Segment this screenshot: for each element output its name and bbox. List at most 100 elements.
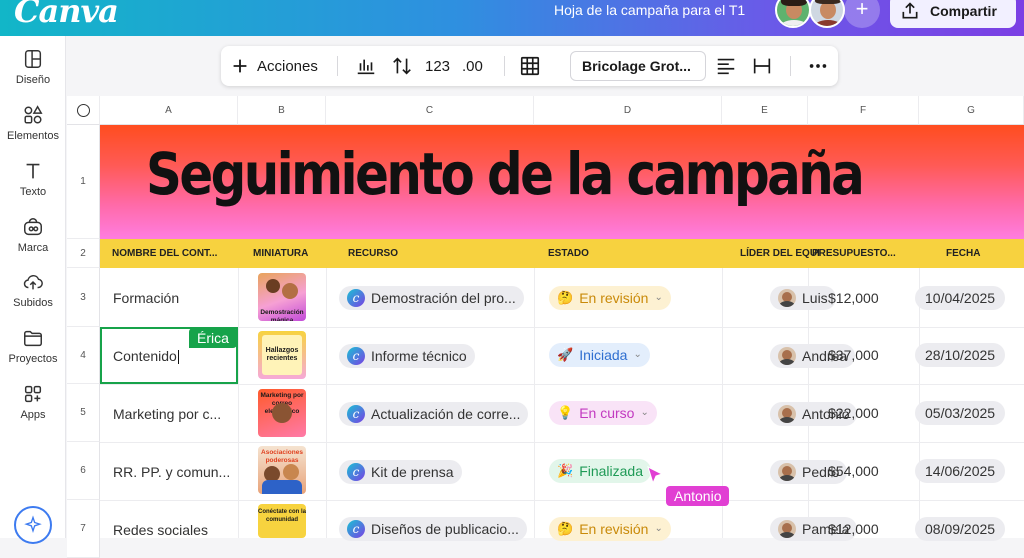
column-header[interactable]: F (808, 96, 919, 125)
date-chip[interactable]: 08/09/2025 (915, 517, 1006, 541)
sidebar-item-label: Apps (20, 409, 46, 421)
sidebar-item-projects[interactable]: Proyectos (0, 327, 66, 365)
resource-chip[interactable]: c Kit de prensa (339, 460, 462, 484)
decimals-button[interactable]: .00 (462, 46, 483, 86)
resource-chip[interactable]: c Diseños de publicacio... (339, 517, 527, 541)
budget-cell[interactable]: $54,000 (828, 463, 879, 479)
column-header[interactable]: G (919, 96, 1024, 125)
date-chip[interactable]: 14/06/2025 (915, 459, 1006, 483)
status-chip[interactable]: 🤔 En revisión ⌄ (549, 286, 671, 310)
select-all-corner[interactable] (67, 96, 100, 125)
thumbnail-image[interactable]: Conéctate con la comunidad (258, 504, 306, 538)
collaborator-avatar[interactable] (775, 0, 811, 28)
campaign-name-cell[interactable]: RR. PP. y comun... (113, 464, 230, 480)
actions-label: Acciones (257, 57, 318, 75)
text-icon (26, 163, 40, 179)
canva-doc-icon: c (347, 463, 365, 481)
resource-label: Demostración del pro... (371, 290, 516, 306)
date-chip[interactable]: 05/03/2025 (915, 401, 1006, 425)
row-header[interactable]: 3 (67, 268, 100, 327)
row-header[interactable]: 1 (67, 125, 100, 239)
grid-line (100, 384, 1024, 385)
column-header[interactable]: D (534, 96, 722, 125)
column-header[interactable]: A (100, 96, 238, 125)
banner-cell[interactable]: Seguimiento de la campaña (100, 125, 1024, 239)
font-selector[interactable]: Bricolage Grot... (570, 51, 706, 81)
header-status[interactable]: ESTADO (548, 239, 668, 268)
campaign-name-cell[interactable]: Formación (113, 290, 179, 306)
budget-cell[interactable]: $12,000 (828, 521, 879, 537)
top-bar: Canva Hoja de la campaña para el T1 + Co… (0, 0, 1024, 36)
row-header[interactable]: 7 (67, 500, 100, 558)
budget-cell[interactable]: $37,000 (828, 347, 879, 363)
column-width-button[interactable] (751, 46, 773, 86)
sidebar-item-apps[interactable]: Apps (0, 383, 66, 421)
collaborator-avatar[interactable] (809, 0, 845, 28)
row-header[interactable]: 2 (67, 239, 100, 268)
thumbnail-caption: Asociaciones poderosas (261, 449, 303, 464)
chart-button[interactable] (355, 46, 377, 86)
more-options-button[interactable] (807, 46, 829, 86)
column-header[interactable]: E (722, 96, 808, 125)
sidebar-item-brand[interactable]: Marca (0, 216, 66, 254)
actions-button[interactable]: Acciones (229, 46, 318, 86)
resource-label: Actualización de corre... (371, 406, 521, 422)
campaign-name-cell[interactable]: Marketing por c... (113, 406, 221, 422)
row-header[interactable]: 6 (67, 442, 100, 500)
row-header[interactable]: 4 (67, 327, 100, 384)
header-thumbnail[interactable]: MINIATURA (253, 239, 333, 268)
header-budget[interactable]: PRESUPUESTO... (812, 239, 912, 268)
status-chip[interactable]: 🚀 Iniciada ⌄ (549, 343, 650, 367)
thumbnail-caption: Conéctate con la comunidad (258, 509, 306, 523)
magic-assistant-button[interactable] (14, 506, 52, 544)
resource-chip[interactable]: c Actualización de corre... (339, 402, 529, 426)
add-collaborator-button[interactable]: + (844, 0, 880, 28)
sidebar-item-elements[interactable]: Elementos (0, 104, 66, 142)
budget-cell[interactable]: $12,000 (828, 290, 879, 306)
document-title[interactable]: Hoja de la campaña para el T1 (554, 2, 745, 18)
resource-chip[interactable]: c Demostración del pro... (339, 286, 524, 310)
align-button[interactable] (715, 46, 737, 86)
sort-button[interactable] (391, 46, 413, 86)
date-chip[interactable]: 28/10/2025 (915, 343, 1006, 367)
thumbnail-image[interactable]: Asociaciones poderosas (258, 446, 306, 494)
table-grid-button[interactable] (519, 46, 541, 86)
text-caret (177, 350, 179, 365)
thumbnail-image[interactable]: Hallazgos recientes (258, 331, 306, 379)
share-button[interactable]: Compartir (890, 0, 1016, 28)
column-header[interactable]: B (238, 96, 326, 125)
campaign-name-cell[interactable]: Redes sociales (113, 522, 208, 538)
sidebar-item-uploads[interactable]: Subidos (0, 271, 66, 309)
header-name[interactable]: NOMBRE DEL CONT... (112, 239, 232, 268)
resource-chip[interactable]: c Informe técnico (339, 344, 475, 368)
sidebar-item-label: Marca (17, 242, 49, 254)
thumbnail-image[interactable]: Demostración mágica (258, 273, 306, 321)
team-lead-chip[interactable]: Luis (770, 286, 836, 310)
status-chip[interactable]: 🤔 En revisión ⌄ (549, 517, 671, 541)
chevron-down-icon: ⌄ (654, 523, 663, 534)
column-header[interactable]: C (326, 96, 534, 125)
sidebar-item-label: Texto (19, 186, 47, 198)
campaign-name-cell[interactable]: Contenido (113, 348, 179, 365)
header-date[interactable]: FECHA (946, 239, 1006, 268)
team-lead-name: Luis (802, 290, 828, 306)
plus-icon (233, 59, 247, 73)
party-popper-icon: 🎉 (557, 463, 574, 478)
header-resource[interactable]: RECURSO (348, 239, 498, 268)
more-dots-icon (809, 64, 827, 68)
select-all-circle-icon (77, 104, 90, 117)
status-chip[interactable]: 💡 En curso ⌄ (549, 401, 657, 425)
budget-cell[interactable]: $22,000 (828, 405, 879, 421)
status-label: Finalizada (579, 463, 644, 479)
canva-logo[interactable]: Canva (14, 0, 119, 30)
grid-line (100, 327, 1024, 328)
thumbnail-image[interactable]: Marketing por correo electrónico (258, 389, 306, 437)
row-header[interactable]: 5 (67, 384, 100, 442)
date-chip[interactable]: 10/04/2025 (915, 286, 1006, 310)
sidebar-item-design[interactable]: Diseño (0, 48, 66, 86)
sidebar-item-label: Diseño (15, 74, 51, 86)
number-format-button[interactable]: 123 (425, 46, 450, 86)
resource-label: Kit de prensa (371, 464, 454, 480)
status-chip[interactable]: 🎉 Finalizada (549, 459, 652, 483)
sidebar-item-text[interactable]: Texto (0, 160, 66, 198)
